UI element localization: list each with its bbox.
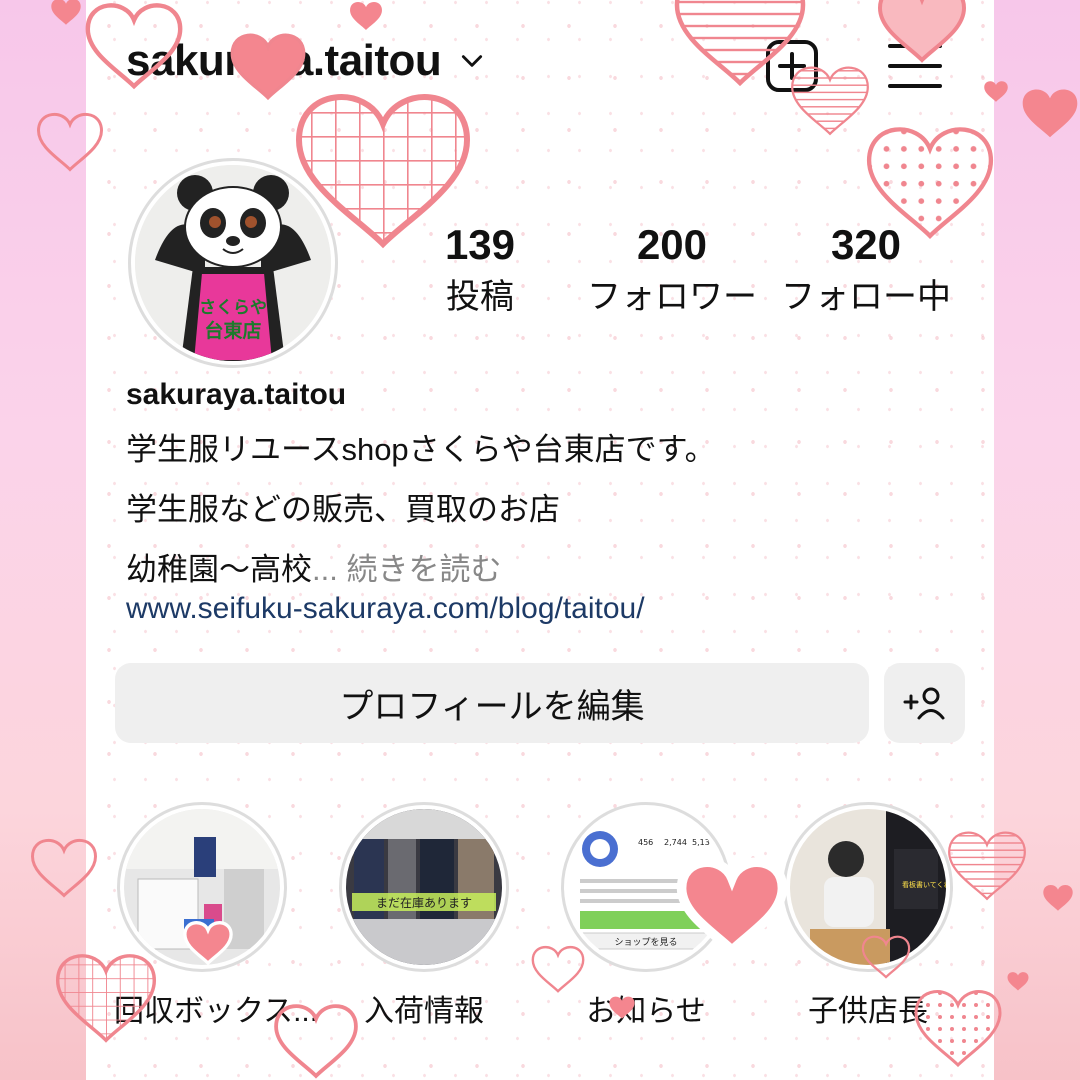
read-more-link[interactable]: 続きを読む xyxy=(346,552,501,587)
highlight-kid-manager[interactable]: 看板書いてくれたよ 子供店長 xyxy=(780,802,956,1030)
highlight-label: 入荷情報 xyxy=(364,995,484,1028)
menu-button[interactable] xyxy=(888,44,942,88)
bio-line-1: 学生服リユースshopさくらや台東店です。 xyxy=(126,432,716,467)
highlight-label: 子供店長 xyxy=(808,995,928,1028)
highlight-image: 看板書いてくれたよ xyxy=(790,809,946,965)
mini-stat-3: 5,13 xyxy=(692,838,710,847)
highlight-overlay-text: 看板書いてくれたよ xyxy=(902,880,946,889)
discover-people-button[interactable] xyxy=(884,663,965,743)
heart-icon xyxy=(1043,884,1073,911)
edit-profile-button[interactable]: プロフィールを編集 xyxy=(115,663,869,743)
posts-stat[interactable]: 139 投稿 xyxy=(420,220,540,318)
edit-profile-label: プロフィールを編集 xyxy=(339,687,645,726)
highlight-ring: 456 2,744 5,13 ショップを見る xyxy=(561,802,731,972)
add-user-icon xyxy=(903,687,944,720)
bio-line-2: 学生服などの販売、買取のお店 xyxy=(126,492,560,527)
mini-stat-2: 2,744 xyxy=(664,838,687,847)
heart-icon xyxy=(1022,89,1078,138)
highlight-arrivals[interactable]: まだ在庫あります 入荷情報 xyxy=(336,802,512,1030)
avatar-image: さくらや 台東店 xyxy=(135,165,331,361)
highlight-image: 456 2,744 5,13 ショップを見る xyxy=(568,809,724,965)
profile-website-link[interactable]: www.seifuku-sakuraya.com/blog/taitou/ xyxy=(126,592,645,626)
following-count: 320 xyxy=(830,221,902,268)
bio-ellipsis: ... xyxy=(312,552,338,587)
highlight-news[interactable]: 456 2,744 5,13 ショップを見る お知らせ xyxy=(558,802,734,1030)
avatar-sign-line1: さくらや xyxy=(199,298,267,318)
profile-display-name: sakuraya.taitou xyxy=(126,378,347,411)
highlight-ring xyxy=(117,802,287,972)
username-title: sakuraya.taitou xyxy=(126,36,442,85)
posts-label: 投稿 xyxy=(446,278,514,316)
highlight-label: 回収ボックス... xyxy=(114,995,319,1028)
mini-shop-button: ショップを見る xyxy=(614,937,677,948)
bio-line-3: 幼稚園〜高校... 続きを読む xyxy=(126,544,501,589)
profile-avatar[interactable]: さくらや 台東店 xyxy=(128,158,338,368)
chevron-down-icon xyxy=(462,55,483,67)
highlight-image: まだ在庫あります xyxy=(346,809,502,965)
bio-line-3-text: 幼稚園〜高校 xyxy=(126,552,312,587)
username-dropdown[interactable]: sakuraya.taitou xyxy=(126,36,485,86)
mini-stat-1: 456 xyxy=(638,838,653,847)
highlight-ring: 看板書いてくれたよ xyxy=(783,802,953,972)
followers-label: フォロワー xyxy=(587,278,757,316)
heart-icon xyxy=(51,0,81,25)
heart-icon xyxy=(1007,972,1029,991)
highlight-collection-box[interactable]: 回収ボックス... xyxy=(114,802,319,1030)
posts-count: 139 xyxy=(444,221,516,268)
highlight-image xyxy=(124,809,280,965)
following-label: フォロー中 xyxy=(781,278,951,316)
following-stat[interactable]: 320 フォロー中 xyxy=(774,220,958,318)
avatar-sign-line2: 台東店 xyxy=(204,319,261,342)
followers-stat[interactable]: 200 フォロワー xyxy=(580,220,764,318)
highlight-label: お知らせ xyxy=(586,995,706,1028)
new-post-button[interactable] xyxy=(766,40,818,92)
highlight-overlay-text: まだ在庫あります xyxy=(376,896,472,910)
followers-count: 200 xyxy=(636,221,708,268)
new-post-icon xyxy=(778,52,806,80)
highlight-ring: まだ在庫あります xyxy=(339,802,509,972)
